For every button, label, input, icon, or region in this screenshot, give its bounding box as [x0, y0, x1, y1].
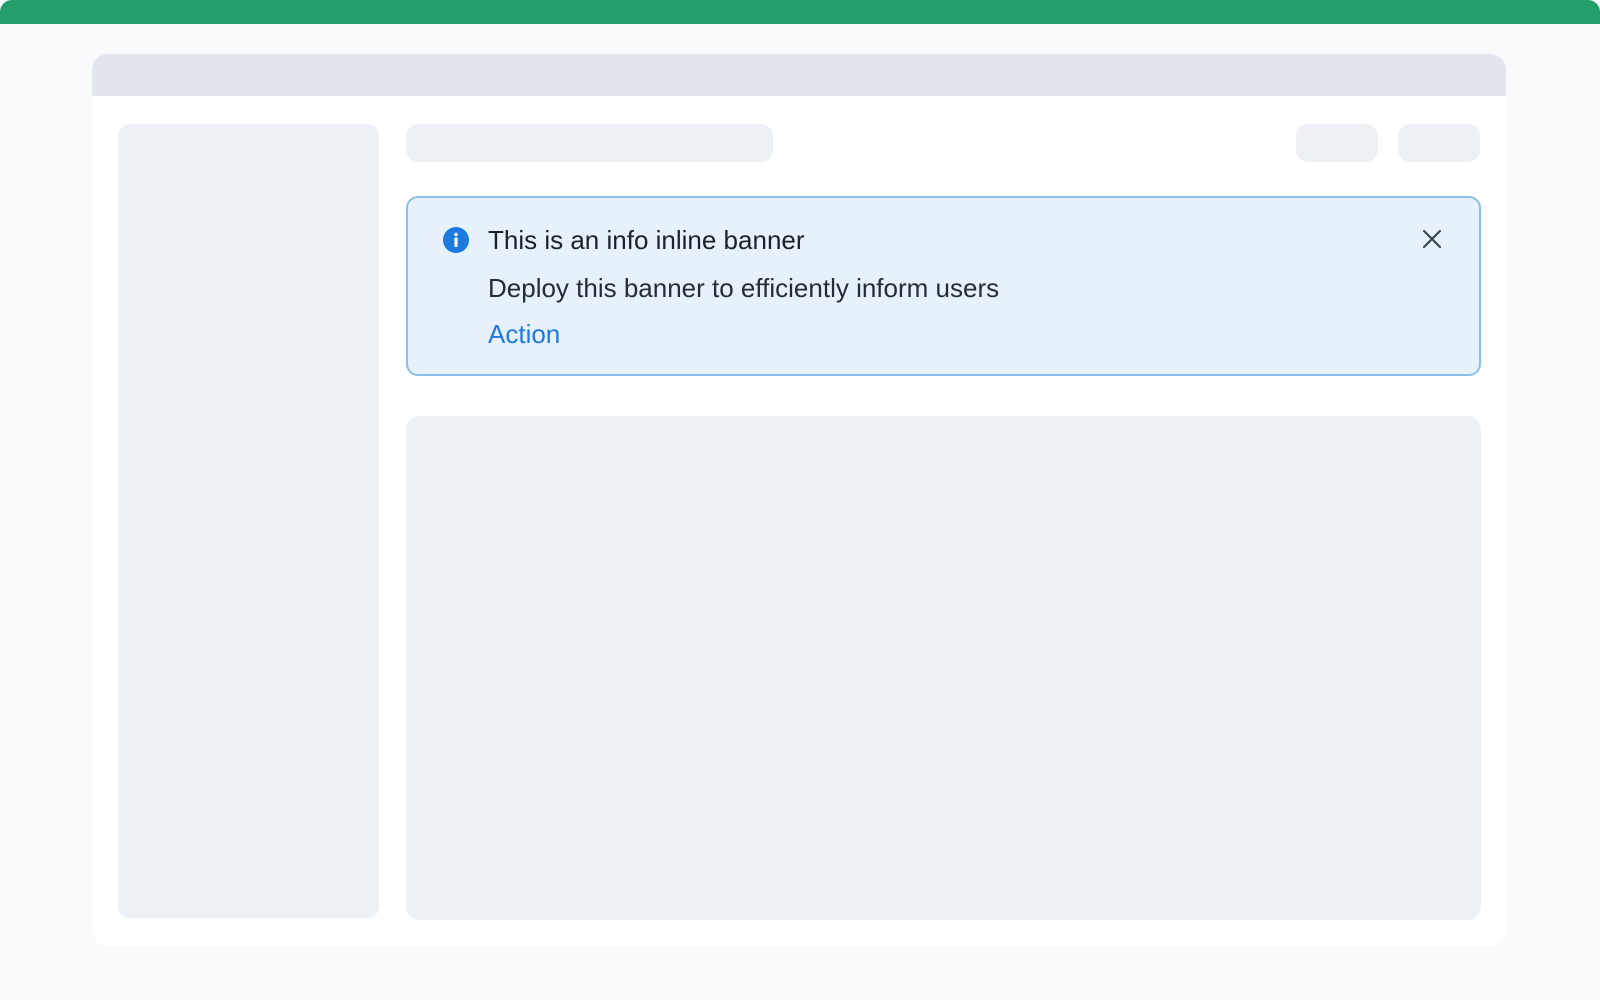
banner-close-button[interactable]	[1417, 224, 1447, 254]
sidebar-placeholder	[118, 124, 379, 918]
banner-message: Deploy this banner to efficiently inform…	[488, 273, 1000, 303]
search-placeholder	[406, 124, 773, 162]
info-inline-banner: This is an info inline banner Deploy thi…	[406, 196, 1481, 376]
info-icon	[443, 227, 469, 253]
banner-action-link[interactable]: Action	[488, 318, 560, 350]
content-placeholder	[406, 416, 1481, 920]
window-titlebar	[92, 54, 1506, 96]
close-icon	[1422, 229, 1442, 249]
toolbar-button-placeholder-1	[1296, 124, 1378, 162]
toolbar-button-placeholder-2	[1398, 124, 1480, 162]
app-window: This is an info inline banner Deploy thi…	[92, 54, 1506, 946]
banner-title: This is an info inline banner	[488, 225, 805, 255]
top-accent-bar	[0, 0, 1600, 24]
